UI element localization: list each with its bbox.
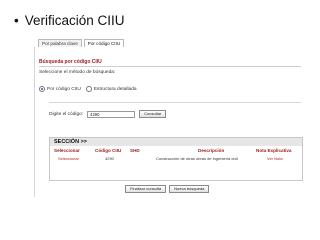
decorative-dots: ::.	[34, 77, 36, 94]
col-shd: SHD	[130, 148, 140, 153]
tab-ciiu-code[interactable]: Por código CIIU	[83, 39, 125, 47]
search-method-options: Por código CIIU Estructura detallada	[39, 86, 140, 92]
cell-code: 4290	[105, 156, 114, 161]
new-search-button[interactable]: Nueva búsqueda	[169, 185, 210, 193]
divider	[49, 102, 301, 103]
finish-consult-button[interactable]: Finalizar consulta	[125, 185, 167, 193]
code-label: Digite el código:	[49, 111, 84, 117]
radio-detailed-structure[interactable]	[85, 86, 92, 92]
col-description: Descripción	[198, 148, 225, 153]
col-note: Nota Explicativa	[256, 148, 292, 153]
search-panel: Búsqueda por código CIIU Seleccione el m…	[34, 47, 303, 197]
slide-title: • Verificación CIIU	[14, 13, 125, 28]
col-select: Seleccionar	[54, 148, 80, 153]
note-link[interactable]: Ver Nota	[267, 156, 283, 161]
bullet-icon: •	[14, 13, 19, 28]
cell-description: Construcción de otras obras de ingenierí…	[156, 156, 239, 161]
tab-keyword[interactable]: Por palabra clave	[38, 39, 82, 47]
search-tabs: Por palabra clave Por código CIIU	[38, 39, 125, 47]
table-header: Seleccionar Código CIIU SHD Descripción …	[50, 148, 302, 155]
panel-title: Búsqueda por código CIIU	[39, 59, 102, 65]
consult-button[interactable]: Consultar	[139, 110, 167, 118]
section-header: SECCIÓN >>	[50, 138, 302, 146]
method-label: Seleccione el método de búsqueda:	[39, 70, 116, 75]
bottom-buttons: Finalizar consulta Nueva búsqueda	[125, 185, 210, 193]
divider	[39, 66, 301, 67]
results-table: SECCIÓN >> Seleccionar Código CIIU SHD D…	[49, 137, 303, 181]
code-input[interactable]: 4290	[87, 110, 136, 118]
col-ciiu-code: Código CIIU	[95, 148, 122, 153]
radio-by-code[interactable]	[39, 86, 45, 92]
radio-by-code-label: Por código CIIU	[47, 86, 81, 92]
select-link[interactable]: Seleccionar	[58, 156, 79, 161]
radio-detailed-structure-label: Estructura detallada	[93, 86, 137, 92]
slide-title-text: Verificación CIIU	[24, 13, 125, 28]
code-row: Digite el código: 4290 Consultar	[49, 110, 167, 118]
table-row: Seleccionar 4290 Construcción de otras o…	[50, 156, 302, 163]
